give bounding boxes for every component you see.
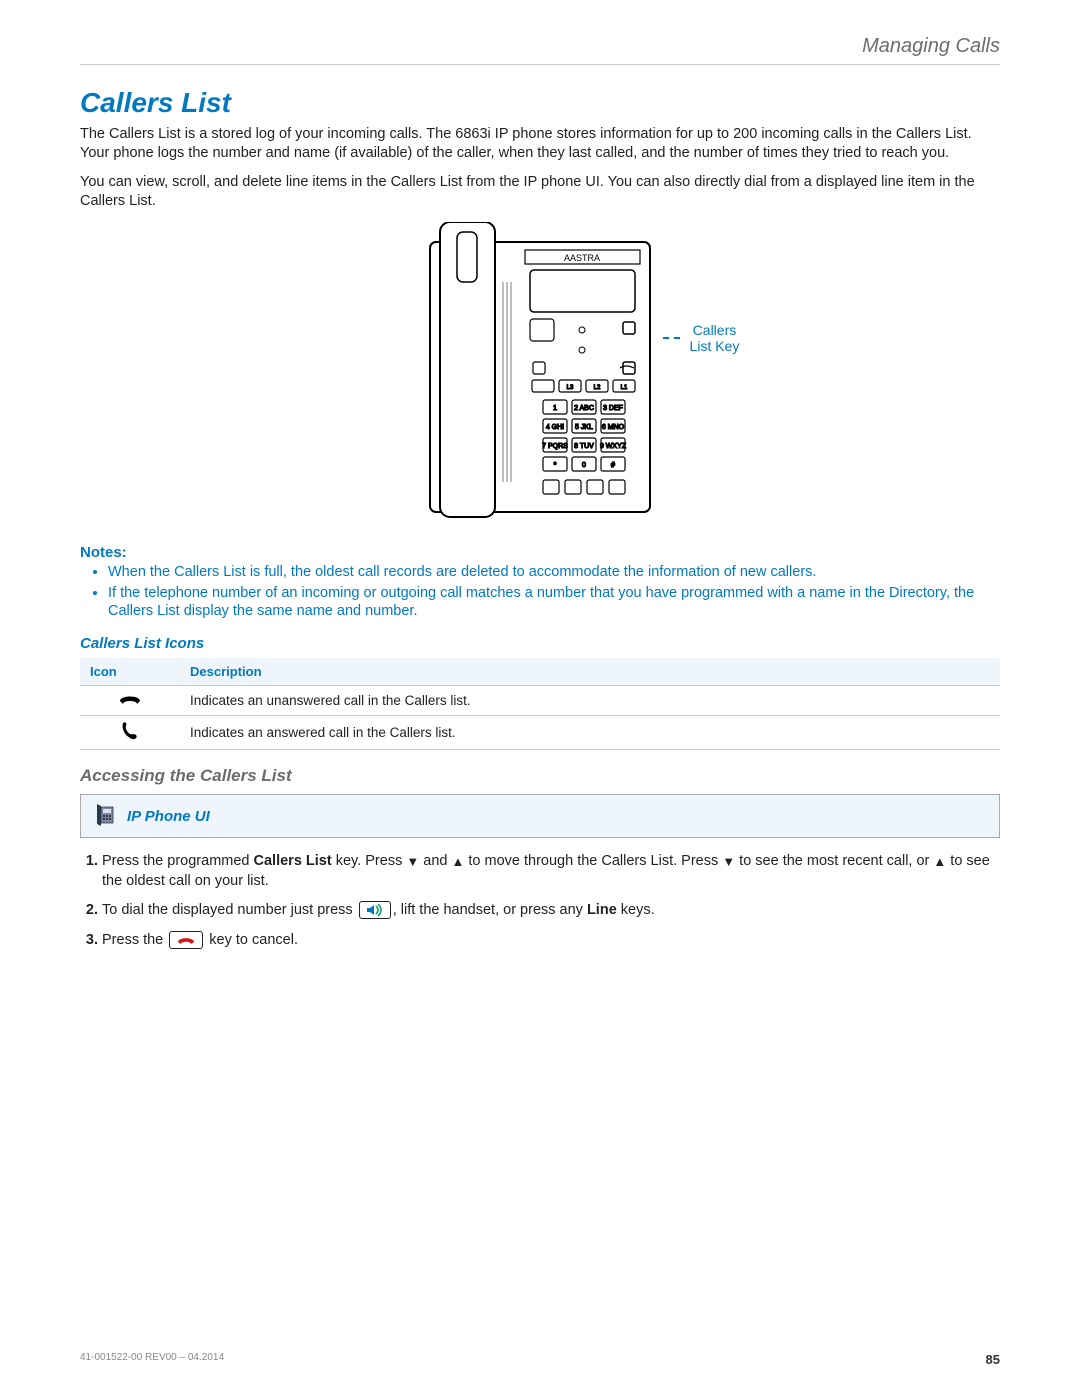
doc-id: 41-001522-00 REV00 – 04.2014	[80, 1352, 224, 1367]
answered-call-icon	[80, 716, 180, 750]
step-2: To dial the displayed number just press …	[102, 901, 1000, 921]
callers-list-icons-heading: Callers List Icons	[80, 635, 1000, 652]
notes-heading: Notes:	[80, 544, 1000, 561]
th-icon: Icon	[80, 658, 180, 686]
callers-list-key-callout: Callers List Key	[663, 322, 743, 354]
svg-text:9 WXYZ: 9 WXYZ	[600, 443, 627, 450]
svg-text:2 ABC: 2 ABC	[574, 405, 594, 412]
ip-phone-ui-box: IP Phone UI	[80, 794, 1000, 838]
ip-phone-icon	[91, 801, 117, 831]
svg-text:6 MNO: 6 MNO	[602, 424, 625, 431]
notes-list: When the Callers List is full, the oldes…	[80, 563, 1000, 621]
table-row: Indicates an answered call in the Caller…	[80, 716, 1000, 750]
icon-description: Indicates an unanswered call in the Call…	[180, 686, 1000, 716]
icon-description: Indicates an answered call in the Caller…	[180, 716, 1000, 750]
svg-text:L3: L3	[567, 385, 574, 391]
svg-text:7 PQRS: 7 PQRS	[542, 443, 568, 450]
intro-paragraph-2: You can view, scroll, and delete line it…	[80, 173, 1000, 211]
page-number: 85	[986, 1352, 1000, 1367]
svg-text:*: *	[554, 462, 557, 469]
down-arrow-icon: ▼	[406, 855, 419, 868]
svg-text:5 JKL: 5 JKL	[575, 424, 593, 431]
note-item: If the telephone number of an incoming o…	[108, 584, 1000, 621]
ip-phone-ui-label: IP Phone UI	[127, 808, 210, 825]
header-section-title: Managing Calls	[80, 35, 1000, 65]
svg-text:4 GHI: 4 GHI	[546, 424, 564, 431]
svg-text:L2: L2	[594, 385, 601, 391]
step-1: Press the programmed Callers List key. P…	[102, 852, 1000, 891]
page-footer: 41-001522-00 REV00 – 04.2014 85	[80, 1352, 1000, 1367]
svg-text:L1: L1	[621, 385, 628, 391]
accessing-heading: Accessing the Callers List	[80, 766, 1000, 786]
page: Managing Calls Callers List The Callers …	[0, 0, 1080, 1397]
down-arrow-icon: ▼	[722, 855, 735, 868]
up-arrow-icon: ▲	[451, 855, 464, 868]
svg-text:1: 1	[553, 405, 557, 412]
intro-paragraph-1: The Callers List is a stored log of your…	[80, 125, 1000, 163]
phone-drawing-icon: AASTRA L3 L2 L1	[425, 222, 655, 522]
page-title: Callers List	[80, 87, 1000, 119]
step-3: Press the key to cancel.	[102, 931, 1000, 951]
hangup-key-icon	[169, 931, 203, 949]
svg-text:#: #	[611, 462, 615, 469]
svg-text:0: 0	[582, 462, 586, 469]
icons-table: Icon Description Indicates an unanswered…	[80, 658, 1000, 750]
up-arrow-icon: ▲	[933, 855, 946, 868]
note-item: When the Callers List is full, the oldes…	[108, 563, 1000, 582]
svg-text:AASTRA: AASTRA	[564, 253, 600, 263]
unanswered-call-icon	[80, 686, 180, 716]
svg-text:8 TUV: 8 TUV	[574, 443, 594, 450]
svg-text:3 DEF: 3 DEF	[603, 405, 623, 412]
table-row: Indicates an unanswered call in the Call…	[80, 686, 1000, 716]
callout-label: Callers List Key	[686, 322, 742, 354]
steps-list: Press the programmed Callers List key. P…	[80, 852, 1000, 950]
phone-illustration: AASTRA L3 L2 L1	[80, 222, 1000, 526]
speaker-key-icon	[359, 901, 391, 919]
th-description: Description	[180, 658, 1000, 686]
